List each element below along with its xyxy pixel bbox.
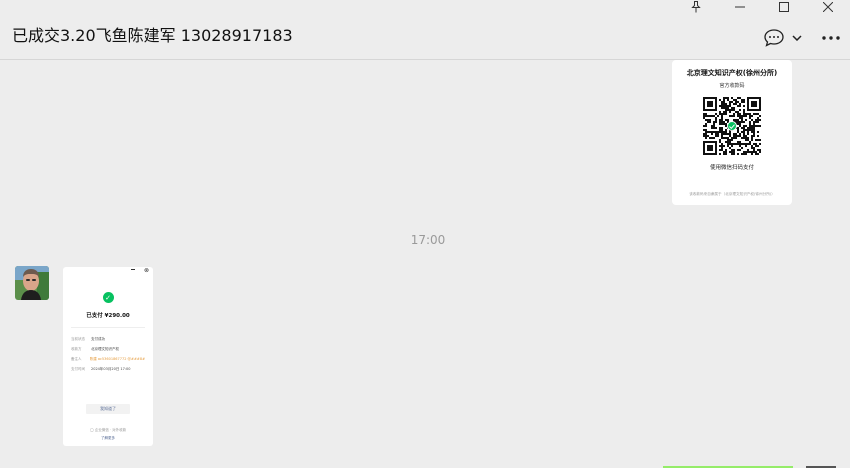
dropdown-button[interactable] xyxy=(792,28,802,48)
header-actions xyxy=(764,28,840,48)
receipt-close-icon: ⊗ xyxy=(143,267,149,274)
qr-pay-hint: 使用微信扫码支付 xyxy=(709,165,754,171)
receipt-row-key: 备注人 xyxy=(71,356,82,361)
chat-bubble-button[interactable] xyxy=(764,28,784,48)
receipt-done-button: 我知道了 xyxy=(86,404,130,414)
pin-icon xyxy=(691,1,701,13)
message-list[interactable]: 北京理文知识产权(徐州分所) 官方收款码 使用微信扫码支付 该收款码来自隶属于（… xyxy=(0,60,850,468)
receipt-minimize-icon xyxy=(131,269,135,270)
maximize-icon xyxy=(779,2,789,12)
more-button[interactable] xyxy=(822,28,840,48)
success-check-icon: ✓ xyxy=(102,292,114,303)
chevron-down-icon xyxy=(792,35,802,41)
chat-header: 已成交3.20飞鱼陈建军 13028917183 xyxy=(0,14,850,60)
receipt-row-value: 陈建 ac53601867772 @###8# xyxy=(89,356,145,361)
more-icon xyxy=(822,36,840,40)
receipt-row-key: 当前状态 xyxy=(71,336,85,341)
chat-title: 已成交3.20飞鱼陈建军 13028917183 xyxy=(12,26,293,45)
receipt-row: 当前状态 支付成功 xyxy=(71,334,145,344)
pin-button[interactable] xyxy=(674,0,718,14)
close-button[interactable] xyxy=(806,0,850,14)
receipt-details: 当前状态 支付成功 收款方 北京理文知识产权 备注人 陈建 ac53601867… xyxy=(71,334,145,374)
avatar-image xyxy=(15,266,49,300)
receipt-row-key: 收款方 xyxy=(71,346,82,351)
qr-card-subtitle: 官方收款码 xyxy=(719,83,745,89)
divider xyxy=(71,327,145,328)
paid-amount: 已支付 ¥290.00 xyxy=(86,313,130,319)
avatar[interactable] xyxy=(15,266,49,300)
receipt-window-bar: ⊗ xyxy=(63,267,153,275)
receipt-row-key: 支付时间 xyxy=(71,366,85,371)
receipt-row: 备注人 陈建 ac53601867772 @###8# xyxy=(71,354,145,364)
receipt-learn-more-link: 了解更多 xyxy=(101,436,115,440)
qr-card-footer: 该收款码来自隶属于（北京理文知识产权(徐州分所)） xyxy=(689,191,775,196)
minimize-button[interactable] xyxy=(718,0,762,14)
qr-code-image-message[interactable]: 北京理文知识产权(徐州分所) 官方收款码 使用微信扫码支付 该收款码来自隶属于（… xyxy=(672,60,792,205)
wechat-pay-logo-icon xyxy=(727,121,737,131)
receipt-row: 收款方 北京理文知识产权 xyxy=(71,344,145,354)
receipt-row-value: 北京理文知识产权 xyxy=(91,346,119,351)
receipt-footer: ◯ 企业微信 · 对外收款 xyxy=(89,428,127,432)
receipt-row: 支付时间 2024年03月20日 17:00 xyxy=(71,364,145,374)
window-controls xyxy=(674,0,850,14)
receipt-row-value: 支付成功 xyxy=(91,336,105,341)
qr-card-title: 北京理文知识产权(徐州分所) xyxy=(686,69,778,77)
close-icon xyxy=(823,2,833,12)
minimize-icon xyxy=(735,6,745,8)
payment-receipt-image-message[interactable]: ⊗ ✓ 已支付 ¥290.00 当前状态 支付成功 收款方 北京理文知识产权 备… xyxy=(63,267,153,446)
receipt-row-value: 2024年03月20日 17:00 xyxy=(91,366,131,371)
chat-bubble-icon xyxy=(764,29,784,47)
maximize-button[interactable] xyxy=(762,0,806,14)
message-timestamp: 17:00 xyxy=(410,233,446,247)
qr-code xyxy=(703,97,761,155)
